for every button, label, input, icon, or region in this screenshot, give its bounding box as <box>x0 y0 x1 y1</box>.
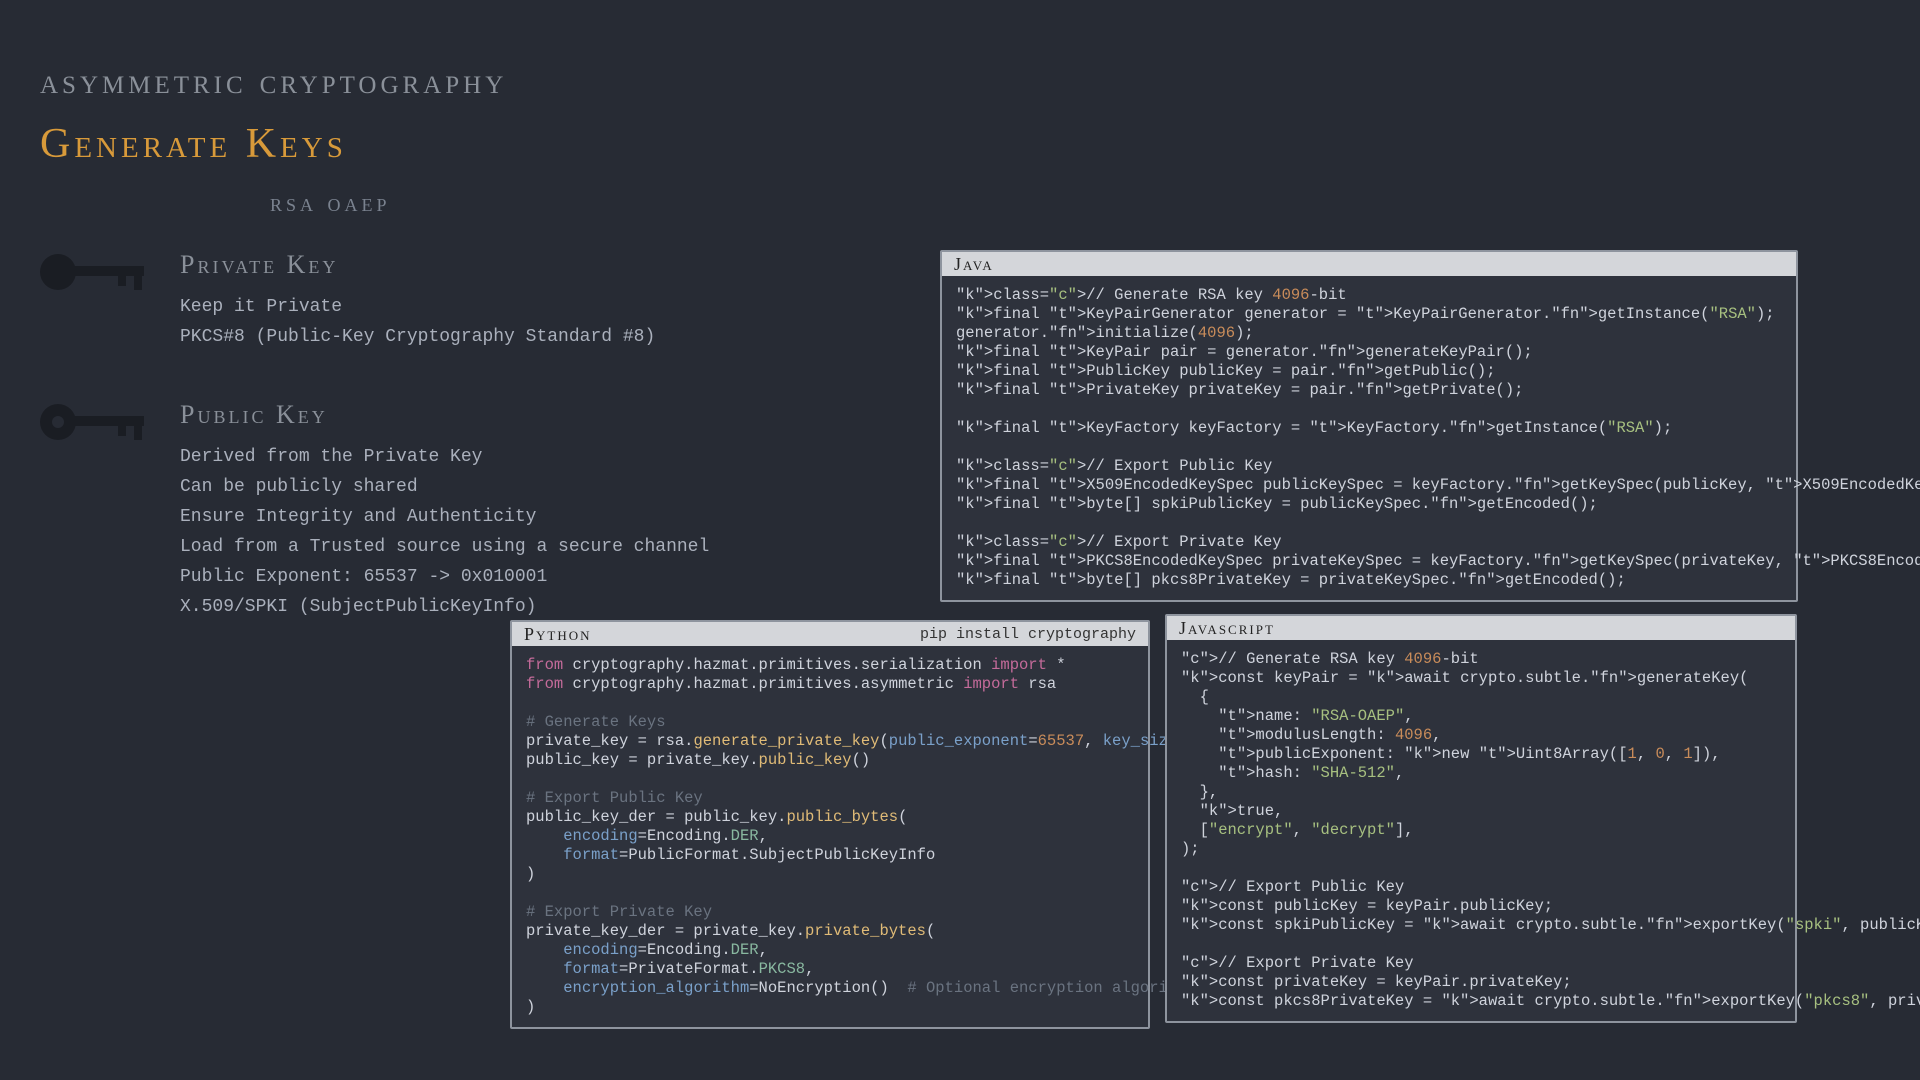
private-key-label: Private Key <box>180 250 655 280</box>
code-panel-javascript: Javascript "c">// Generate RSA key 4096-… <box>1165 614 1797 1023</box>
public-key-icon <box>40 400 150 444</box>
code-body-java: "k">class="c">// Generate RSA key 4096-b… <box>942 276 1796 600</box>
code-tab-title: Javascript <box>1179 618 1275 639</box>
code-tab-bar: Python pip install cryptography <box>512 622 1148 646</box>
code-panel-python: Python pip install cryptography from cry… <box>510 620 1150 1029</box>
title-algorithm: rsa oaep <box>270 188 507 218</box>
public-key-label: Public Key <box>180 400 709 430</box>
private-key-section: Private Key Keep it Private PKCS#8 (Publ… <box>40 250 655 352</box>
title-main: asymmetric cryptography <box>40 60 507 102</box>
public-key-line: Derived from the Private Key <box>180 442 709 472</box>
code-body-python: from cryptography.hazmat.primitives.seri… <box>512 646 1148 1027</box>
public-key-line: Can be publicly shared <box>180 472 709 502</box>
title-sub: Generate Keys <box>40 120 507 168</box>
code-tab-title: Java <box>954 254 994 275</box>
code-tab-title: Python <box>524 624 592 645</box>
code-tab-bar: Javascript <box>1167 616 1795 640</box>
code-tab-extra: pip install cryptography <box>920 626 1136 643</box>
public-key-line: Public Exponent: 65537 -> 0x010001 <box>180 562 709 592</box>
private-key-icon <box>40 250 150 294</box>
code-tab-bar: Java <box>942 252 1796 276</box>
public-key-section: Public Key Derived from the Private Key … <box>40 400 709 622</box>
code-panel-java: Java "k">class="c">// Generate RSA key 4… <box>940 250 1798 602</box>
private-key-line: PKCS#8 (Public-Key Cryptography Standard… <box>180 322 655 352</box>
public-key-line: Load from a Trusted source using a secur… <box>180 532 709 562</box>
code-body-javascript: "c">// Generate RSA key 4096-bit "k">con… <box>1167 640 1795 1021</box>
page-header: asymmetric cryptography Generate Keys rs… <box>40 60 507 218</box>
private-key-line: Keep it Private <box>180 292 655 322</box>
public-key-line: X.509/SPKI (SubjectPublicKeyInfo) <box>180 592 709 622</box>
public-key-line: Ensure Integrity and Authenticity <box>180 502 709 532</box>
